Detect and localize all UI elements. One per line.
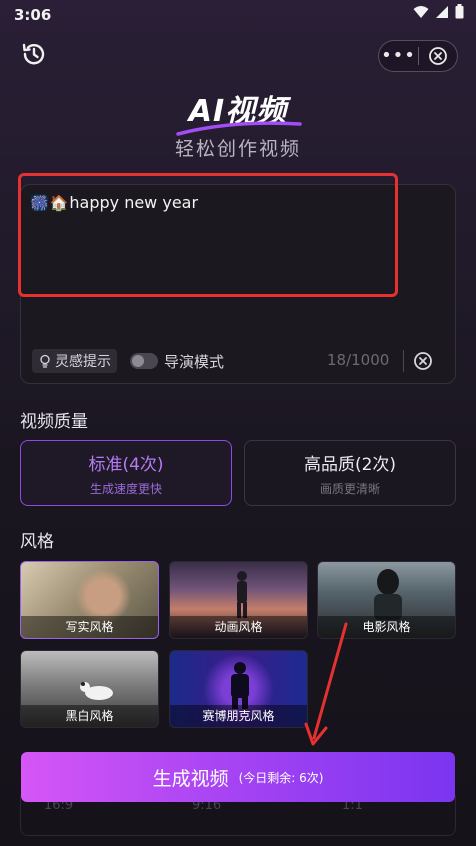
cinematic-figure-image: [374, 569, 402, 620]
inspiration-label: 灵感提示: [55, 354, 111, 370]
quality-high-option[interactable]: 高品质(2次) 画质更清晰: [244, 440, 456, 506]
dog-image: [80, 682, 113, 700]
cyberpunk-figure-image: [231, 662, 249, 709]
signal-icon: [436, 5, 448, 18]
wifi-icon: [413, 5, 429, 18]
history-button[interactable]: [20, 40, 48, 68]
style-realistic-tile[interactable]: 写实风格: [20, 561, 159, 639]
quality-standard-label: 标准(4次): [88, 454, 164, 475]
close-button[interactable]: [419, 46, 457, 66]
style-anime-tile[interactable]: 动画风格: [169, 561, 308, 639]
char-count: 18/1000: [327, 351, 390, 369]
anime-figure-image: [237, 571, 247, 618]
clear-icon: [414, 352, 432, 370]
quality-section-title: 视频质量: [20, 412, 88, 432]
quality-standard-option[interactable]: 标准(4次) 生成速度更快: [20, 440, 232, 506]
count-divider: [403, 350, 404, 372]
director-mode-label: 导演模式: [164, 353, 225, 371]
generate-video-button[interactable]: 生成视频 (今日剩余: 6次): [21, 752, 455, 802]
mini-program-capsule: •••: [378, 40, 458, 72]
inspiration-button[interactable]: 灵感提示: [32, 349, 117, 373]
toggle-knob: [132, 355, 144, 367]
style-cyberpunk-tile[interactable]: 赛博朋克风格: [169, 650, 308, 728]
style-realistic-label: 写实风格: [21, 616, 158, 638]
status-time: 3:06: [14, 6, 52, 24]
style-section-title: 风格: [20, 532, 54, 552]
status-icons: [413, 4, 464, 19]
history-icon: [22, 43, 45, 65]
generate-label: 生成视频: [152, 767, 229, 790]
battery-icon: [455, 4, 464, 19]
director-mode-toggle[interactable]: [130, 353, 158, 369]
generate-remaining: (今日剩余: 6次): [238, 770, 324, 785]
more-menu-icon[interactable]: •••: [379, 42, 418, 70]
annotation-highlight-box: [18, 173, 398, 297]
quality-high-label: 高品质(2次): [303, 454, 397, 475]
quality-standard-sub: 生成速度更快: [89, 481, 162, 496]
page-subtitle: 轻松创作视频: [174, 138, 301, 160]
style-bw-label: 黑白风格: [21, 705, 158, 727]
clear-prompt-button[interactable]: [413, 351, 433, 375]
lightbulb-icon: [40, 354, 50, 368]
close-circle-icon: [429, 47, 447, 65]
style-bw-tile[interactable]: 黑白风格: [20, 650, 159, 728]
style-cyberpunk-label: 赛博朋克风格: [170, 705, 307, 727]
annotation-arrow: [304, 622, 348, 746]
quality-high-sub: 画质更清晰: [319, 481, 380, 496]
style-anime-label: 动画风格: [170, 616, 307, 638]
